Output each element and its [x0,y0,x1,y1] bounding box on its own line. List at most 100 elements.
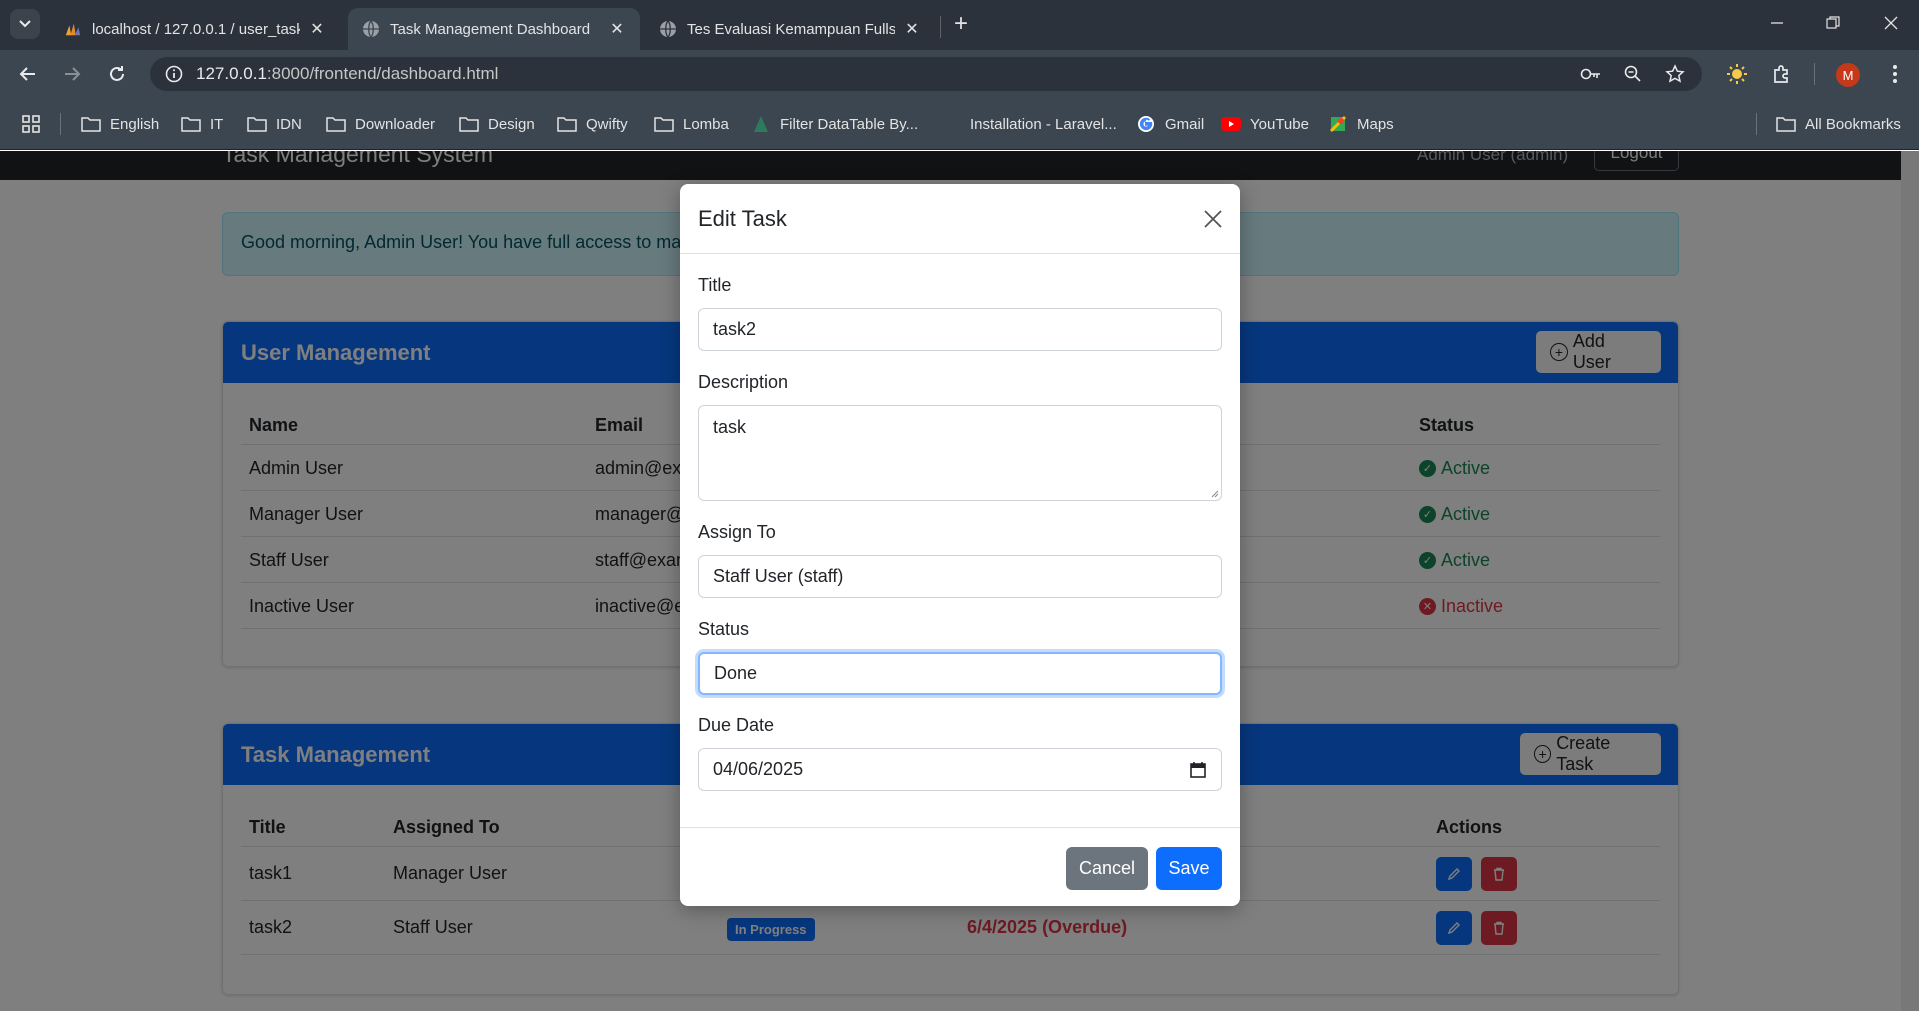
bookmark-label: Maps [1357,115,1394,133]
tab-tes-evaluasi[interactable]: Tes Evaluasi Kemampuan Fullsta ✕ [645,8,935,50]
tab-title: Task Management Dashboard [390,20,591,38]
all-bookmarks-button[interactable]: All Bookmarks [1776,113,1901,135]
due-date-input[interactable]: 04/06/2025 [698,748,1222,791]
arrow-right-icon [65,67,81,81]
tab-phpmyadmin[interactable]: localhost / 127.0.0.1 / user_task ✕ [50,8,340,50]
folder-icon [247,115,267,133]
bookmark-label: Qwifty [586,115,628,133]
plus-icon: + [953,10,968,37]
bookmark-label: IT [210,115,224,133]
title-label: Title [698,275,732,295]
bookmark-label: Gmail [1165,115,1205,133]
apps-grid-icon [22,115,40,133]
globe-icon [362,20,380,38]
bookmark-star-icon[interactable] [1660,57,1690,91]
modal-header: Edit Task [680,184,1240,254]
phpmyadmin-icon [64,20,82,38]
bookmark-label: Design [488,115,535,133]
apps-button[interactable] [21,113,41,135]
password-key-icon[interactable] [1576,57,1606,91]
tab-task-dashboard[interactable]: Task Management Dashboard ✕ [348,8,640,50]
bookmark-english[interactable]: English [81,113,159,135]
minimize-icon [1771,22,1783,24]
url-host: 127.0.0.1 [196,64,267,83]
browser-toolbar: 127.0.0.1:8000/frontend/dashboard.html M [0,50,1919,98]
save-button[interactable]: Save [1156,847,1222,890]
tab-title: Tes Evaluasi Kemampuan Fullsta [687,20,895,38]
description-value: task [713,417,747,437]
bookmark-gmail[interactable]: Gmail [1136,113,1204,135]
bookmark-maps[interactable]: Maps [1328,113,1394,135]
assign-to-label: Assign To [698,522,776,542]
calendar-icon[interactable] [1189,761,1207,779]
close-icon [1204,210,1222,228]
title-input[interactable]: task2 [698,308,1222,351]
more-menu-icon[interactable] [1880,59,1910,89]
address-bar[interactable]: 127.0.0.1:8000/frontend/dashboard.html [150,57,1702,91]
bookmark-filter-datatable[interactable]: Filter DataTable By... [751,113,918,135]
arrow-left-icon [19,67,35,81]
triangle-icon [751,115,771,133]
bookmark-youtube[interactable]: YouTube [1221,113,1309,135]
cancel-button[interactable]: Cancel [1066,847,1148,890]
bookmark-idn[interactable]: IDN [247,113,302,135]
close-icon[interactable]: ✕ [903,20,921,38]
bookmark-downloader[interactable]: Downloader [326,113,435,135]
bookmark-label: YouTube [1250,115,1309,133]
new-tab-button[interactable]: + [947,10,975,38]
laravel-icon [941,115,961,133]
modal-footer: Cancel Save [680,827,1240,906]
close-icon[interactable]: ✕ [608,20,626,38]
bookmark-label: Lomba [683,115,729,133]
close-icon [1884,16,1898,30]
forward-button[interactable] [56,58,88,90]
bookmark-lomba[interactable]: Lomba [654,113,729,135]
reload-button[interactable] [101,58,133,90]
folder-icon [181,115,201,133]
tab-title: localhost / 127.0.0.1 / user_task [92,20,300,38]
description-textarea[interactable]: task [698,405,1222,501]
bookmark-label: Filter DataTable By... [780,115,919,133]
close-modal-button[interactable] [1198,204,1228,234]
extensions-icon[interactable] [1767,59,1797,89]
close-icon[interactable]: ✕ [308,20,326,38]
resize-handle-icon[interactable] [1209,488,1219,498]
due-date-label: Due Date [698,715,775,735]
folder-icon [654,115,674,133]
restore-button[interactable] [1818,8,1848,38]
bookmarks-bar: English IT IDN Downloader Design Qwifty … [0,98,1919,150]
maps-icon [1328,115,1348,133]
modal-title: Edit Task [698,206,787,231]
bookmark-label: IDN [276,115,302,133]
zoom-icon[interactable] [1618,57,1648,91]
minimize-button[interactable] [1762,8,1792,38]
bookmarks-divider [1756,113,1757,135]
close-window-button[interactable] [1876,8,1906,38]
folder-icon [557,115,577,133]
bookmark-laravel-installation[interactable]: Installation - Laravel... [941,113,1117,135]
url-path: :8000/frontend/dashboard.html [266,64,499,83]
bookmark-label: Installation - Laravel... [970,115,1117,133]
globe-icon [659,20,677,38]
site-info-icon[interactable] [164,64,184,84]
due-date-value: 04/06/2025 [713,759,804,779]
bookmark-it[interactable]: IT [181,113,223,135]
folder-icon [81,115,101,133]
bookmarks-divider [60,113,61,135]
tab-divider [940,16,941,38]
status-label: Status [698,619,750,639]
url-text: 127.0.0.1:8000/frontend/dashboard.html [196,64,498,84]
chevron-down-icon [19,20,31,28]
back-button[interactable] [12,58,44,90]
brightness-extension-icon[interactable] [1722,59,1752,89]
profile-avatar[interactable]: M [1836,63,1860,87]
bookmark-qwifty[interactable]: Qwifty [557,113,628,135]
assign-to-select[interactable]: Staff User (staff) [698,555,1222,598]
restore-icon [1826,16,1840,29]
folder-icon [1776,115,1796,133]
bookmark-design[interactable]: Design [459,113,535,135]
bookmark-label: English [110,115,160,133]
tab-search-button[interactable] [10,9,40,39]
bookmark-label: Downloader [355,115,436,133]
status-select[interactable]: Done [698,652,1222,695]
